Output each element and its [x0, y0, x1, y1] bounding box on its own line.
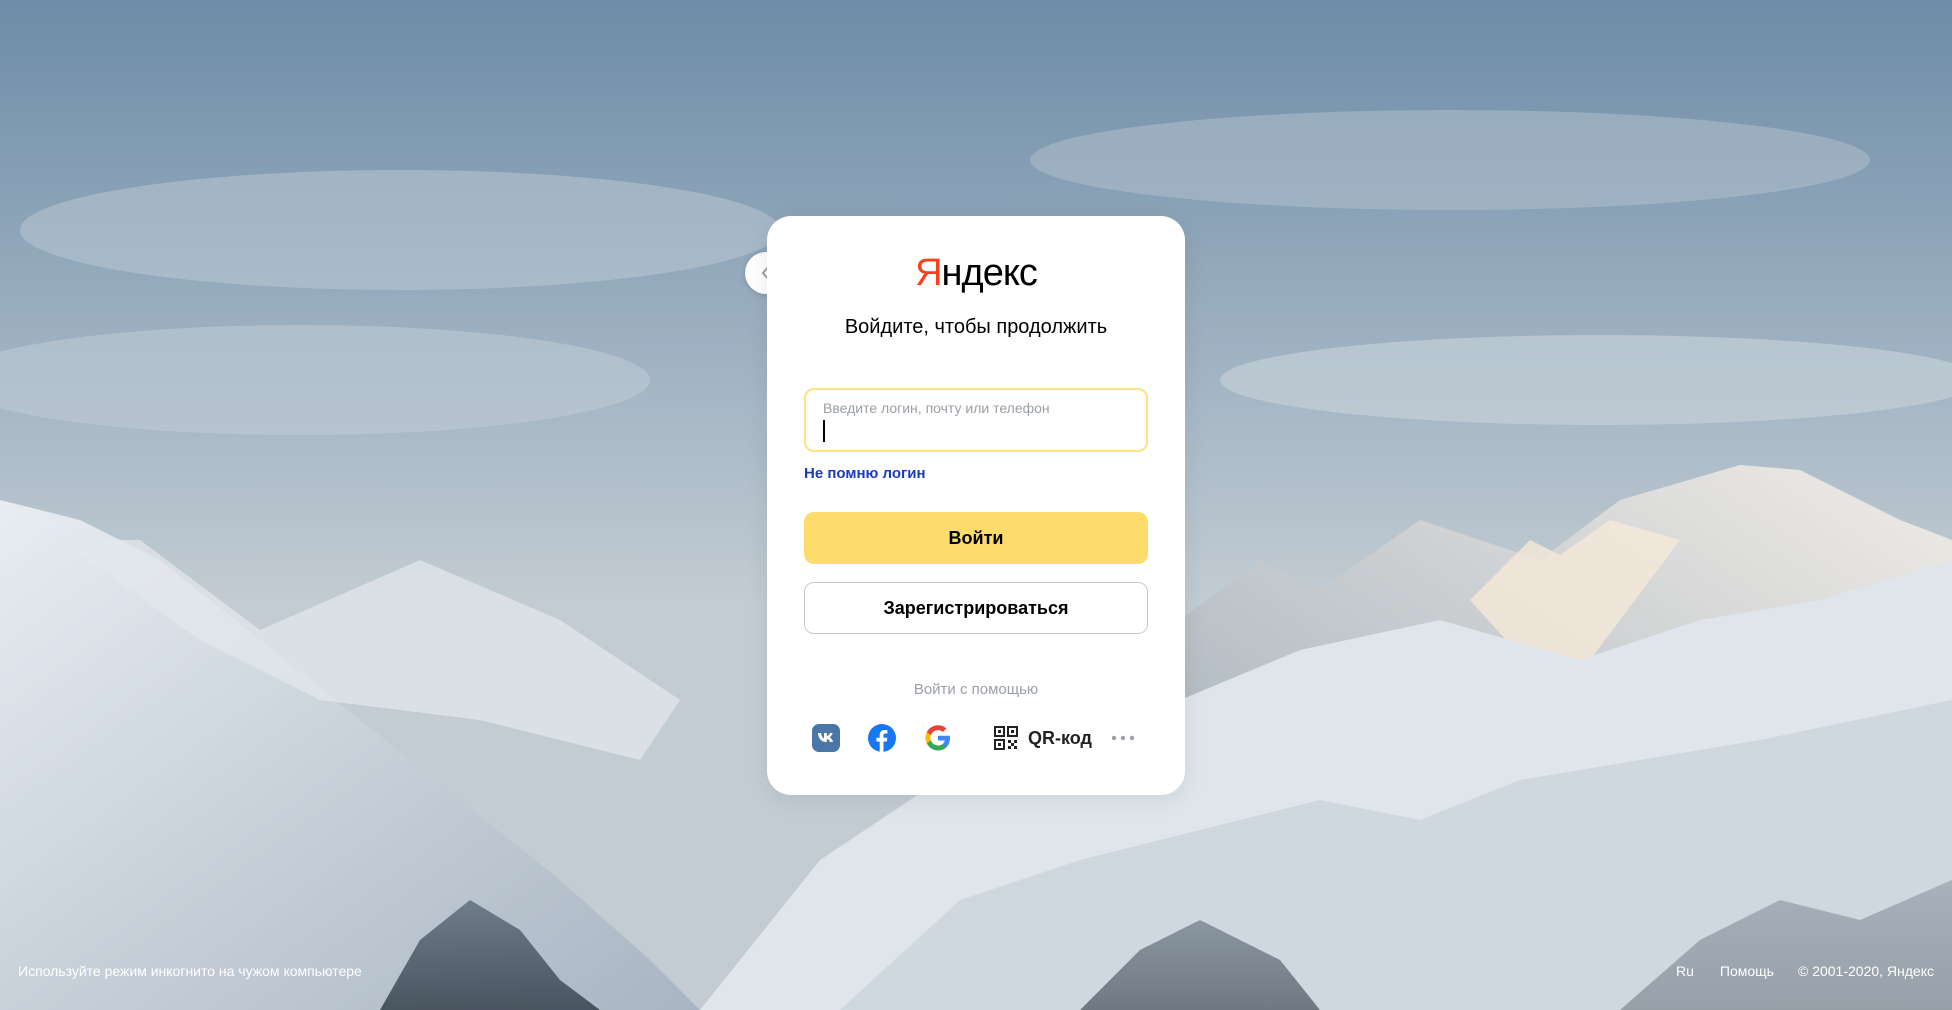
qr-code-icon: [994, 726, 1018, 750]
qr-login-label: QR-код: [1028, 727, 1092, 748]
facebook-icon[interactable]: [867, 723, 897, 753]
qr-login-button[interactable]: QR-код: [994, 726, 1092, 750]
page-title: Войдите, чтобы продолжить: [844, 316, 1108, 338]
vk-icon[interactable]: [811, 723, 841, 753]
help-link[interactable]: Помощь: [1720, 963, 1774, 979]
google-icon[interactable]: [923, 723, 953, 753]
social-login-row: QR-код: [811, 722, 1136, 754]
footer-links: Ru Помощь © 2001-2020, Яндекс: [1650, 963, 1934, 979]
login-input[interactable]: [821, 420, 1125, 446]
login-button[interactable]: Войти: [804, 512, 1148, 564]
alt-login-title: Войти с помощью: [913, 681, 1039, 698]
language-switch[interactable]: Ru: [1676, 963, 1694, 979]
incognito-tip: Используйте режим инкогнито на чужом ком…: [18, 963, 362, 979]
yandex-logo: Яндекс: [915, 252, 1038, 294]
login-card: Яндекс Войдите, чтобы продолжить Введите…: [767, 216, 1185, 795]
login-field-placeholder: Введите логин, почту или телефон: [823, 400, 1050, 416]
register-button[interactable]: Зарегистрироваться: [804, 582, 1148, 634]
login-field[interactable]: Введите логин, почту или телефон: [804, 388, 1148, 452]
copyright: © 2001-2020, Яндекс: [1797, 963, 1934, 979]
ellipsis-icon[interactable]: [1110, 723, 1136, 753]
forgot-login-link[interactable]: Не помню логин: [804, 465, 926, 482]
